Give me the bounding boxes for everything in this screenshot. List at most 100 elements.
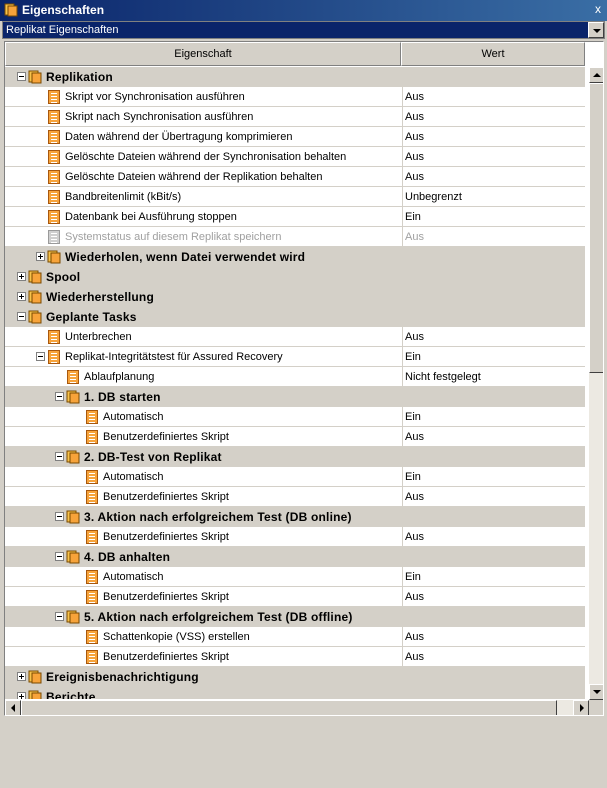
horizontal-scroll-thumb[interactable] (21, 700, 557, 715)
property-row[interactable]: Ablaufplanung Nicht festgelegt (5, 367, 585, 387)
property-value[interactable]: Aus (402, 147, 585, 167)
tree-section-row[interactable]: 1. DB starten (5, 387, 585, 407)
object-selector-dropdown[interactable]: Replikat Eigenschaften (2, 21, 605, 39)
property-value (402, 67, 404, 87)
horizontal-scrollbar[interactable] (5, 700, 589, 715)
scroll-right-button[interactable] (573, 700, 589, 715)
property-row[interactable]: Benutzerdefiniertes Skript Aus (5, 647, 585, 667)
tree-section-row[interactable]: Geplante Tasks (5, 307, 585, 327)
property-name: Wiederholen, wenn Datei verwendet wird (65, 250, 306, 264)
property-value (402, 247, 404, 267)
property-row[interactable]: Skript vor Synchronisation ausführen Aus (5, 87, 585, 107)
property-row[interactable]: Systemstatus auf diesem Replikat speiche… (5, 227, 585, 247)
collapse-icon[interactable] (55, 452, 64, 461)
collapse-icon[interactable] (17, 312, 26, 321)
property-row[interactable]: Bandbreitenlimit (kBit/s) Unbegrenzt (5, 187, 585, 207)
collapse-icon[interactable] (55, 392, 64, 401)
tree-section-row[interactable]: Berichte (5, 687, 585, 699)
property-icon (48, 130, 60, 144)
scroll-up-button[interactable] (589, 67, 603, 83)
property-row[interactable]: Benutzerdefiniertes Skript Aus (5, 527, 585, 547)
property-icon (86, 430, 98, 444)
property-row[interactable]: Benutzerdefiniertes Skript Aus (5, 487, 585, 507)
scroll-left-button[interactable] (5, 700, 21, 715)
property-group-icon (28, 690, 42, 699)
vertical-scrollbar[interactable] (589, 67, 603, 700)
property-name: Wiederherstellung (46, 290, 154, 304)
property-value (402, 607, 404, 627)
property-row[interactable]: Unterbrechen Aus (5, 327, 585, 347)
property-icon (86, 570, 98, 584)
property-value[interactable]: Ein (402, 407, 585, 427)
property-row[interactable]: Benutzerdefiniertes Skript Aus (5, 427, 585, 447)
property-value[interactable]: Aus (402, 167, 585, 187)
property-row[interactable]: Daten während der Übertragung komprimier… (5, 127, 585, 147)
property-name: Ablaufplanung (84, 371, 155, 383)
close-icon[interactable]: x (595, 2, 601, 16)
collapse-icon[interactable] (55, 612, 64, 621)
property-name: Gelöschte Dateien während der Synchronis… (65, 151, 347, 163)
property-row[interactable]: Skript nach Synchronisation ausführen Aus (5, 107, 585, 127)
property-value[interactable]: Aus (402, 487, 585, 507)
tree-section-row[interactable]: 5. Aktion nach erfolgreichem Test (DB of… (5, 607, 585, 627)
property-value[interactable]: Aus (402, 107, 585, 127)
property-name: Benutzerdefiniertes Skript (103, 431, 229, 443)
property-value[interactable]: Aus (402, 327, 585, 347)
property-name: 2. DB-Test von Replikat (84, 450, 222, 464)
grid-header: Eigenschaft Wert (5, 42, 585, 66)
property-icon (48, 90, 60, 104)
property-value[interactable]: Aus (402, 87, 585, 107)
tree-section-row[interactable]: 4. DB anhalten (5, 547, 585, 567)
property-row[interactable]: Automatisch Ein (5, 467, 585, 487)
property-name: Bandbreitenlimit (kBit/s) (65, 191, 182, 203)
property-row[interactable]: Schattenkopie (VSS) erstellen Aus (5, 627, 585, 647)
property-value[interactable]: Ein (402, 567, 585, 587)
property-value[interactable]: Aus (402, 127, 585, 147)
column-header-property[interactable]: Eigenschaft (5, 42, 401, 66)
property-row[interactable]: Automatisch Ein (5, 407, 585, 427)
column-header-value[interactable]: Wert (401, 42, 585, 66)
property-value[interactable]: Aus (402, 427, 585, 447)
collapse-icon[interactable] (55, 512, 64, 521)
property-value[interactable]: Ein (402, 467, 585, 487)
tree-section-row[interactable]: Wiederherstellung (5, 287, 585, 307)
property-group-icon (66, 510, 80, 524)
property-row[interactable]: Gelöschte Dateien während der Replikatio… (5, 167, 585, 187)
collapse-icon[interactable] (17, 72, 26, 81)
expand-icon[interactable] (17, 672, 26, 681)
collapse-icon[interactable] (55, 552, 64, 561)
property-row[interactable]: Gelöschte Dateien während der Synchronis… (5, 147, 585, 167)
property-row[interactable]: Replikat-Integritätstest für Assured Rec… (5, 347, 585, 367)
expand-icon[interactable] (17, 272, 26, 281)
collapse-icon[interactable] (36, 352, 45, 361)
scroll-down-button[interactable] (589, 684, 603, 700)
property-value[interactable]: Aus (402, 627, 585, 647)
property-value[interactable]: Aus (402, 527, 585, 547)
property-icon (48, 330, 60, 344)
property-value[interactable]: Ein (402, 207, 585, 227)
property-row[interactable]: Benutzerdefiniertes Skript Aus (5, 587, 585, 607)
property-value[interactable]: Ein (402, 347, 585, 367)
property-icon (67, 370, 79, 384)
property-value[interactable]: Aus (402, 647, 585, 667)
property-value (402, 287, 404, 307)
property-value[interactable]: Unbegrenzt (402, 187, 585, 207)
property-row[interactable]: Datenbank bei Ausführung stoppen Ein (5, 207, 585, 227)
property-value[interactable]: Nicht festgelegt (402, 367, 585, 387)
expand-icon[interactable] (17, 292, 26, 301)
tree-section-row[interactable]: Spool (5, 267, 585, 287)
property-value[interactable]: Aus (402, 227, 585, 247)
chevron-down-icon[interactable] (588, 22, 604, 38)
tree-section-row[interactable]: Replikation (5, 67, 585, 87)
tree-section-row[interactable]: Ereignisbenachrichtigung (5, 667, 585, 687)
property-row[interactable]: Automatisch Ein (5, 567, 585, 587)
expand-icon[interactable] (36, 252, 45, 261)
tree-section-row[interactable]: 2. DB-Test von Replikat (5, 447, 585, 467)
properties-window-icon (4, 3, 18, 17)
vertical-scroll-thumb[interactable] (589, 83, 603, 373)
expand-icon[interactable] (17, 692, 26, 699)
property-value[interactable]: Aus (402, 587, 585, 607)
property-icon (48, 110, 60, 124)
tree-section-row[interactable]: 3. Aktion nach erfolgreichem Test (DB on… (5, 507, 585, 527)
tree-section-row[interactable]: Wiederholen, wenn Datei verwendet wird (5, 247, 585, 267)
